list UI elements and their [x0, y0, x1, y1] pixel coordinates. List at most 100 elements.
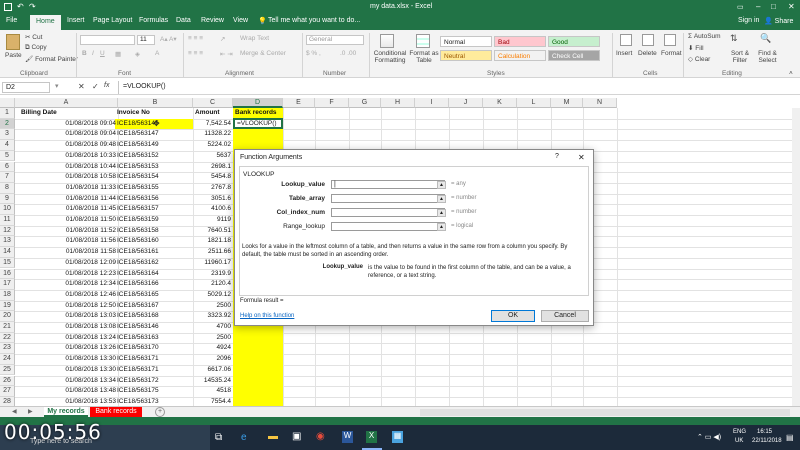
horizontal-scrollbar[interactable]: [420, 409, 790, 416]
task-view-icon[interactable]: ⧉: [215, 432, 222, 443]
cell-invoice-no[interactable]: ICE18/563172: [115, 376, 193, 387]
column-header-b[interactable]: B: [118, 98, 193, 108]
orientation-icon[interactable]: ↗: [220, 35, 225, 43]
cell-billing-date[interactable]: 01/08/2018 12:46: [15, 290, 118, 301]
column-header-a[interactable]: A: [15, 98, 118, 108]
row-header[interactable]: 24: [0, 354, 15, 365]
cell-invoice-no[interactable]: ICE18/563171: [115, 365, 193, 376]
cell-invoice-no[interactable]: ICE18/563155: [115, 183, 193, 194]
tab-file[interactable]: File: [6, 17, 17, 24]
next-sheet-icon[interactable]: ▶: [28, 408, 33, 415]
cell-billing-date[interactable]: 01/08/2018 09:04: [15, 119, 118, 130]
input-region[interactable]: UK: [735, 438, 743, 444]
cell-amount[interactable]: 4518: [193, 386, 233, 397]
sort-filter-button[interactable]: Sort & Filter: [729, 50, 751, 64]
conditional-formatting-button[interactable]: Conditional Formatting: [373, 50, 407, 64]
cell-amount[interactable]: 2319.9: [193, 269, 233, 280]
collapse-dialog-icon[interactable]: ▲: [437, 209, 446, 217]
active-cell-d2[interactable]: =VLOOKUP(): [233, 118, 283, 129]
lookup-value-input[interactable]: |: [331, 180, 445, 189]
cell-billing-date[interactable]: 01/08/2018 12:34: [15, 279, 118, 290]
cell-amount[interactable]: 11960.17: [193, 258, 233, 269]
cell-billing-date[interactable]: 01/08/2018 11:44: [15, 194, 118, 205]
cell-amount[interactable]: 2500: [193, 333, 233, 344]
font-grow-icon[interactable]: A▴ A▾: [160, 35, 177, 43]
row-header[interactable]: 13: [0, 236, 15, 248]
cell-invoice-no[interactable]: ICE18/563154: [115, 172, 193, 183]
row-header[interactable]: 20: [0, 311, 15, 322]
header-billing-date[interactable]: Billing Date: [17, 108, 103, 119]
sign-in-link[interactable]: Sign in: [738, 17, 759, 24]
cell-amount[interactable]: 3051.6: [193, 194, 233, 205]
cell-amount[interactable]: 7640.51: [193, 226, 233, 237]
select-all-corner[interactable]: [0, 98, 15, 108]
row-header[interactable]: 18: [0, 289, 15, 301]
cell-amount[interactable]: 2511.66: [193, 247, 233, 258]
column-header-d[interactable]: D: [233, 98, 283, 108]
tab-insert[interactable]: Insert: [67, 17, 85, 24]
font-name-box[interactable]: [80, 35, 135, 45]
cell-amount[interactable]: 7,542.54: [193, 119, 233, 130]
insert-cells-icon[interactable]: [620, 34, 632, 46]
cell-billing-date[interactable]: 01/08/2018 13:03: [15, 311, 118, 322]
style-neutral[interactable]: Neutral: [440, 50, 492, 61]
cell-invoice-no[interactable]: ICE18/563171: [115, 354, 193, 365]
formula-input[interactable]: =VLOOKUP(): [123, 83, 166, 90]
paste-icon[interactable]: [6, 34, 20, 50]
collapse-ribbon-icon[interactable]: ˄: [789, 70, 793, 77]
row-header[interactable]: 7: [0, 172, 15, 183]
row-header[interactable]: 5: [0, 150, 15, 162]
cell-amount[interactable]: 1821.18: [193, 236, 233, 247]
row-header[interactable]: 16: [0, 268, 15, 280]
cell-invoice-no[interactable]: ICE18/563175: [115, 386, 193, 397]
redo-icon[interactable]: ↷: [29, 2, 36, 11]
table-array-input[interactable]: [331, 194, 445, 203]
minimize-icon[interactable]: –: [756, 2, 760, 11]
column-header-h[interactable]: H: [381, 98, 415, 108]
cell-invoice-no[interactable]: ICE18/563146: [115, 322, 193, 333]
prev-sheet-icon[interactable]: ◀: [12, 408, 17, 415]
tell-me-box[interactable]: Tell me what you want to do...: [268, 17, 360, 24]
cell-billing-date[interactable]: 01/08/2018 12:09: [15, 258, 118, 269]
cell-billing-date[interactable]: 01/08/2018 10:58: [15, 172, 118, 183]
cell-invoice-no[interactable]: ICE18/563164: [115, 269, 193, 280]
cell-billing-date[interactable]: 01/08/2018 11:56: [15, 236, 118, 247]
maximize-icon[interactable]: □: [771, 2, 776, 11]
cell-billing-date[interactable]: 01/08/2018 09:48: [15, 140, 118, 151]
insert-function-icon[interactable]: fx: [104, 82, 109, 89]
cell-amount[interactable]: 5224.02: [193, 140, 233, 151]
column-header-j[interactable]: J: [449, 98, 483, 108]
align-left-icon[interactable]: ≡ ≡ ≡: [188, 50, 203, 57]
cell-amount[interactable]: 5637: [193, 151, 233, 162]
row-header[interactable]: 8: [0, 182, 15, 194]
input-language[interactable]: ENG: [733, 429, 746, 435]
format-cells-button[interactable]: Format: [661, 50, 682, 57]
find-select-button[interactable]: Find & Select: [755, 50, 780, 64]
row-header[interactable]: 6: [0, 161, 15, 173]
cell-billing-date[interactable]: 01/08/2018 10:44: [15, 162, 118, 173]
cell-invoice-no[interactable]: ICE18/563158: [115, 226, 193, 237]
cell-invoice-no[interactable]: ICE18/563163: [115, 333, 193, 344]
delete-cells-icon[interactable]: [642, 34, 654, 46]
cell-invoice-no[interactable]: ICE18/563156: [115, 194, 193, 205]
row-header[interactable]: 9: [0, 193, 15, 205]
cell-billing-date[interactable]: 01/08/2018 10:33: [15, 151, 118, 162]
fill-button[interactable]: ⬇ Fill: [688, 44, 704, 52]
style-normal[interactable]: Normal: [440, 36, 492, 47]
column-header-n[interactable]: N: [583, 98, 617, 108]
cell-amount[interactable]: 2698.1: [193, 162, 233, 173]
column-header-l[interactable]: L: [517, 98, 551, 108]
cell-invoice-no[interactable]: ICE18/563153: [115, 162, 193, 173]
word-icon[interactable]: W: [342, 431, 353, 443]
cell-invoice-no[interactable]: ICE18/563160: [115, 236, 193, 247]
cell-invoice-no[interactable]: ICE18/563167: [115, 301, 193, 312]
cell-billing-date[interactable]: 01/08/2018 12:23: [15, 269, 118, 280]
cell-invoice-no[interactable]: ICE18/563147: [115, 129, 193, 140]
number-format-box[interactable]: General: [306, 35, 364, 45]
conditional-formatting-icon[interactable]: [380, 34, 394, 48]
column-header-i[interactable]: I: [415, 98, 449, 108]
fill-color-icon[interactable]: ◈: [135, 50, 140, 58]
cell-invoice-no[interactable]: ICE18/563159: [115, 215, 193, 226]
app-icon[interactable]: ▦: [392, 431, 403, 443]
cell-invoice-no[interactable]: ICE18/563149: [115, 140, 193, 151]
